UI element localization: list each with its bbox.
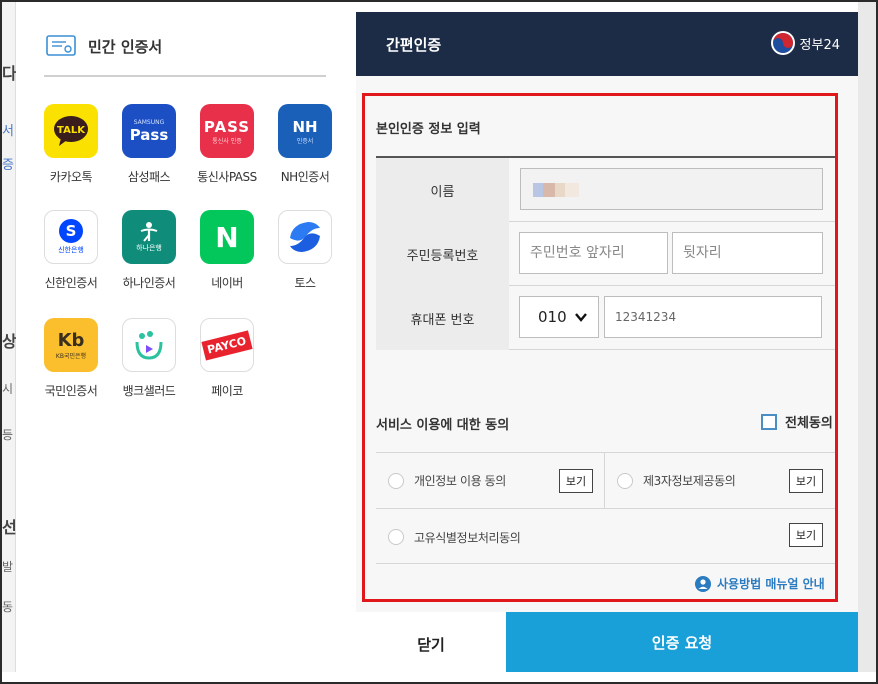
toss-icon [278, 210, 332, 264]
view-button[interactable]: 보기 [789, 469, 823, 493]
view-button[interactable]: 보기 [789, 523, 823, 547]
identity-form: 이름 주민등록번호 휴대폰 번호 010 [376, 156, 835, 350]
app-label: 통신사PASS [197, 170, 257, 184]
blurred-name-image [533, 183, 579, 197]
background-fragment: 증 [2, 158, 14, 173]
private-certificate-panel: 민간 인증서 TALK 카카오톡 SAMSUNG Pass 삼성패스 PASS … [16, 12, 356, 672]
agreement-label: 제3자정보제공동의 [643, 474, 736, 488]
app-label: 하나인증서 [122, 276, 176, 290]
naver-icon: N [200, 210, 254, 264]
app-label: 페이코 [211, 384, 243, 398]
all-agree-checkbox[interactable]: 전체동의 [761, 412, 833, 431]
agreement-label: 고유식별정보처리동의 [414, 530, 521, 545]
private-cert-title: 민간 인증서 [88, 37, 163, 56]
app-label: 카카오톡 [49, 170, 93, 184]
app-label: 신한인증서 [44, 276, 98, 290]
app-label: 삼성패스 [127, 170, 171, 184]
rrn-front-input[interactable] [519, 232, 668, 274]
background-fragment: 등 [2, 428, 14, 442]
certificate-icon [46, 35, 76, 56]
background-fragment: 시 [2, 382, 14, 396]
app-payco[interactable]: PAYCO 페이코 [192, 318, 262, 399]
banksalad-icon [122, 318, 176, 372]
background-fragment: 동 [2, 600, 14, 614]
header-divider [44, 75, 326, 77]
radio-button[interactable] [617, 472, 633, 489]
rrn-row: 주민등록번호 [376, 222, 835, 286]
manual-guide-link[interactable]: 사용방법 매뉴얼 안내 [695, 575, 825, 592]
phone-label: 휴대폰 번호 [376, 286, 509, 350]
app-shinhan[interactable]: S 신한은행 신한인증서 [36, 210, 106, 291]
simple-auth-title: 간편인증 [386, 36, 442, 54]
shinhan-icon: S 신한은행 [44, 210, 98, 264]
kakao-icon: TALK [44, 104, 98, 158]
samsung-pass-icon: SAMSUNG Pass [122, 104, 176, 158]
phone-row: 휴대폰 번호 010 [376, 286, 835, 350]
phone-prefix-value: 010 [538, 308, 567, 326]
agreement-label: 개인정보 이용 동의 [414, 474, 506, 488]
agreement-item[interactable]: 고유식별정보처리동의 보기 [376, 509, 835, 565]
background-page-bottom [2, 672, 876, 682]
phone-number-input[interactable] [604, 296, 822, 338]
background-fragment: 서 [2, 124, 14, 139]
background-fragment: 상 [2, 332, 17, 351]
kb-icon: Kb KB국민은행 [44, 318, 98, 372]
close-button[interactable]: 닫기 [356, 616, 506, 672]
rrn-back-input[interactable] [672, 232, 823, 274]
rrn-label: 주민등록번호 [376, 222, 509, 286]
identity-info-title: 본인인증 정보 입력 [376, 122, 481, 137]
gov24-text: 정부24 [799, 37, 840, 53]
modal-frame: 다 서 증 상 시 등 선 발 동 민간 인증서 TALK 카카오톡 SAMSU… [0, 0, 878, 684]
radio-button[interactable] [388, 529, 404, 545]
gov24-logo: 정부24 [770, 31, 840, 55]
background-page-strip-right [858, 2, 876, 682]
app-label: 네이버 [211, 276, 243, 290]
app-hana[interactable]: 하나은행 하나인증서 [114, 210, 184, 291]
telecom-pass-icon: PASS 통신사 인증 [200, 104, 254, 158]
auth-request-button[interactable]: 인증 요청 [506, 612, 858, 672]
hana-icon: 하나은행 [122, 210, 176, 264]
manual-guide-label: 사용방법 매뉴얼 안내 [717, 577, 825, 591]
app-kb[interactable]: Kb KB국민은행 국민인증서 [36, 318, 106, 399]
phone-prefix-select[interactable]: 010 [519, 296, 599, 338]
app-nh[interactable]: NH 인증서 NH인증서 [270, 104, 340, 185]
taegeuk-icon [770, 31, 795, 55]
app-telecom-pass[interactable]: PASS 통신사 인증 통신사PASS [192, 104, 262, 185]
background-fragment: 선 [2, 518, 17, 537]
app-toss[interactable]: 토스 [270, 210, 340, 291]
name-field[interactable] [520, 168, 823, 210]
radio-button[interactable] [388, 472, 404, 489]
nh-icon: NH 인증서 [278, 104, 332, 158]
all-agree-label: 전체동의 [785, 416, 833, 431]
name-row: 이름 [376, 158, 835, 222]
app-label: 토스 [294, 276, 316, 290]
agreement-table: 개인정보 이용 동의 보기 제3자정보제공동의 보기 고유식별정보처리동의 보기 [376, 452, 835, 564]
app-label: 국민인증서 [44, 384, 98, 398]
app-label: NH인증서 [280, 170, 330, 184]
agreement-title: 서비스 이용에 대한 동의 [376, 418, 510, 433]
background-fragment: 다 [2, 64, 17, 83]
svg-text:TALK: TALK [57, 125, 86, 136]
app-banksalad[interactable]: 뱅크샐러드 [114, 318, 184, 399]
app-label: 뱅크샐러드 [122, 384, 176, 398]
agreement-item[interactable]: 제3자정보제공동의 보기 [605, 453, 835, 509]
app-samsung-pass[interactable]: SAMSUNG Pass 삼성패스 [114, 104, 184, 185]
background-page-strip: 다 서 증 상 시 등 선 발 동 [2, 2, 17, 682]
private-cert-header: 민간 인증서 [46, 34, 162, 58]
checkbox-icon [761, 413, 777, 430]
background-fragment: 발 [2, 560, 14, 574]
chevron-down-icon [575, 313, 587, 322]
simple-auth-header: 간편인증 정부24 [356, 12, 858, 76]
name-label: 이름 [376, 158, 509, 222]
view-button[interactable]: 보기 [559, 469, 593, 493]
agreement-item[interactable]: 개인정보 이용 동의 보기 [376, 453, 605, 509]
payco-icon: PAYCO [200, 318, 254, 372]
app-naver[interactable]: N 네이버 [192, 210, 262, 291]
person-icon [695, 575, 711, 592]
app-kakao[interactable]: TALK 카카오톡 [36, 104, 106, 185]
